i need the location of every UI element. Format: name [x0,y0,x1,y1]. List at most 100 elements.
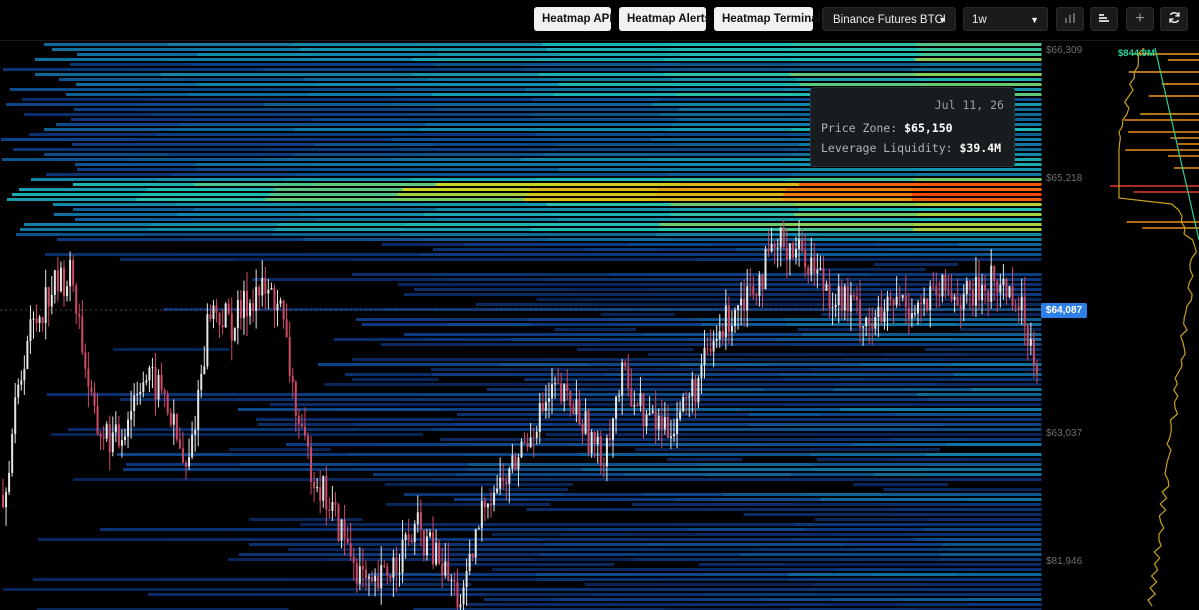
heatmap-band [780,373,868,376]
candle-body [282,300,285,320]
heatmap-band [692,598,763,601]
heatmap-band [657,188,787,191]
heatmap-api-button[interactable]: Heatmap API [534,7,613,31]
heatmap-band [482,593,595,596]
heatmap-band [678,478,800,481]
heatmap-band [664,538,791,541]
candle-body [904,295,907,308]
heatmap-alerts-button[interactable]: Heatmap Alerts [619,7,711,31]
candle-body [258,287,261,296]
heatmap-band [70,63,192,66]
heatmap-band [582,468,698,471]
heatmap-band [135,103,266,106]
heatmap-band [569,443,664,446]
heatmap-band [530,228,659,231]
heatmap-band [177,213,302,216]
heatmap-band [483,293,564,296]
heatmap-band [141,148,271,151]
heatmap-band [629,533,699,536]
heatmap-band [950,363,1042,366]
heatmap-band [639,283,720,286]
candle-body [807,267,810,275]
heatmap-band [663,578,790,581]
heatmap-band [419,173,544,176]
exchange-select[interactable]: Binance Futures BTCUSDT▼ [822,7,956,31]
heatmap-band [912,193,1042,196]
candle-body [404,534,407,541]
candle-body [782,227,785,248]
heatmap-band [678,183,800,186]
heatmap-band [536,178,663,181]
candle-body [1011,286,1014,306]
candle-body [142,382,145,392]
heatmap-band [438,168,560,171]
heatmap-band [522,68,653,71]
candle-body [340,519,343,541]
heatmap-band [926,463,1042,466]
candle-body [944,275,947,291]
candle-body [730,326,733,332]
timeframe-select[interactable]: 1w ▼ [963,7,1048,31]
heatmap-band [629,568,699,571]
plus-icon[interactable]: + [1126,7,1154,31]
candle-body [755,294,758,297]
candle-body [569,391,572,407]
heatmap-band [160,58,288,61]
heatmap-band [965,438,1042,441]
heatmap-band [577,348,694,351]
refresh-icon[interactable] [1160,7,1188,31]
heatmap-band [835,568,905,571]
heatmap-band [942,358,1042,361]
heatmap-band [911,198,1042,201]
heatmap-band [539,538,666,541]
heatmap-band [634,558,737,561]
liquidation-heatmap-chart[interactable] [0,41,1199,610]
heatmap-band [169,253,295,256]
heatmap-band [463,343,547,346]
candle-body [496,488,499,493]
heatmap-band [658,98,787,101]
heatmap-band [316,218,438,221]
heatmap-band [798,63,921,66]
heatmap-band [891,458,967,461]
candle-body [47,287,50,307]
heatmap-band [669,433,795,436]
heatmap-band [629,243,712,246]
sort-bars-icon[interactable] [1090,7,1118,31]
heatmap-band [431,558,534,561]
candle-body [206,314,209,367]
candle-body [813,257,816,274]
candle-body [673,434,675,437]
heatmap-band [917,523,1042,526]
candle-body [1035,365,1038,374]
heatmap-band [528,563,614,566]
candle-body [822,268,825,291]
heatmap-terminal-button[interactable]: Heatmap Terminal [714,7,821,31]
candle-body [483,500,486,508]
heatmap-band [695,398,812,401]
heatmap-band [549,358,648,361]
heatmap-band [642,293,723,296]
candle-body [563,384,566,402]
candle-body [639,393,642,406]
candle-body [651,410,654,414]
heatmap-band [439,553,541,556]
candle-body [560,383,563,402]
heatmap-band [315,183,437,186]
heatmap-band [12,193,142,196]
heatmap-band [920,83,1042,86]
heatmap-band [527,148,656,151]
bar-chart-icon[interactable] [1056,7,1084,31]
candle-body [313,481,316,489]
heatmap-band [664,548,760,551]
heatmap-band [702,303,816,306]
candle-body [1032,339,1035,366]
candle-body [572,406,575,415]
heatmap-band [557,108,679,111]
heatmap-band [782,198,913,201]
heatmap-band [348,453,464,456]
heatmap-band [743,513,819,516]
heatmap-band [437,163,559,166]
candle-body [276,303,279,311]
candle-body [163,390,166,394]
